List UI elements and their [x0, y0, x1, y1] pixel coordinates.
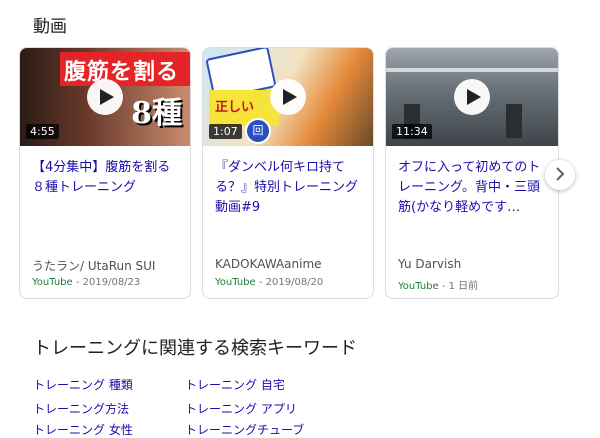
chevron-right-icon — [555, 166, 565, 185]
video-thumbnail[interactable]: 11:34 — [386, 48, 558, 146]
source-line: YouTube - 2019/08/23 — [32, 277, 140, 288]
upload-date: - 2019/08/23 — [72, 277, 141, 288]
section-title: 動画 — [33, 17, 67, 37]
thumbnail-counter: 回 — [245, 118, 271, 144]
related-keyword-link[interactable]: トレーニング方法 — [33, 400, 129, 417]
channel-name: Yu Darvish — [398, 257, 462, 271]
duration-badge: 4:55 — [26, 124, 59, 139]
source-line: YouTube - 2019/08/20 — [215, 277, 323, 288]
video-card-2[interactable]: 正しい 回 1:07 『ダンベル何キロ持てる？』特別トレーニング動画#9 KAD… — [202, 47, 374, 299]
thumbnail-text: 腹筋を割る — [64, 59, 180, 85]
video-card-3[interactable]: 11:34 オフに入って初めてのトレーニング。背中・三頭筋(かなり軽めです… Y… — [385, 47, 559, 299]
video-title-link[interactable]: 【4分集中】腹筋を割る８種トレーニング — [32, 158, 180, 198]
channel-name: KADOKAWAanime — [215, 257, 322, 271]
source-site: YouTube — [215, 277, 256, 288]
upload-date: - 1 日前 — [438, 281, 479, 292]
thumbnail-number: 8種 — [131, 96, 182, 131]
thumbnail-text: 正しい — [215, 100, 255, 115]
video-thumbnail[interactable]: 腹筋を割る 8種 4:55 — [20, 48, 190, 146]
source-site: YouTube — [32, 277, 73, 288]
video-title-link[interactable]: オフに入って初めてのトレーニング。背中・三頭筋(かなり軽めです… — [398, 158, 548, 218]
related-keyword-link[interactable]: トレーニング 種類 — [33, 376, 133, 393]
source-site: YouTube — [398, 281, 439, 292]
play-icon[interactable] — [454, 79, 490, 115]
upload-date: - 2019/08/20 — [255, 277, 324, 288]
video-thumbnail[interactable]: 正しい 回 1:07 — [203, 48, 373, 146]
duration-badge: 11:34 — [392, 124, 432, 139]
source-line: YouTube - 1 日前 — [398, 277, 478, 292]
gym-rack — [506, 104, 522, 138]
gym-beam — [386, 68, 558, 72]
related-keyword-link[interactable]: トレーニング アプリ — [185, 400, 297, 417]
carousel-next-button[interactable] — [545, 160, 575, 190]
video-title-link[interactable]: 『ダンベル何キロ持てる？』特別トレーニング動画#9 — [215, 158, 363, 218]
related-searches-title: トレーニングに関連する検索キーワード — [33, 338, 357, 359]
channel-name: うたラン/ UtaRun SUI — [32, 259, 156, 273]
duration-badge: 1:07 — [209, 124, 242, 139]
play-icon[interactable] — [270, 79, 306, 115]
video-card-1[interactable]: 腹筋を割る 8種 4:55 【4分集中】腹筋を割る８種トレーニング うたラン/ … — [19, 47, 191, 299]
play-icon[interactable] — [87, 79, 123, 115]
related-keyword-link[interactable]: トレーニング 自宅 — [185, 376, 285, 393]
